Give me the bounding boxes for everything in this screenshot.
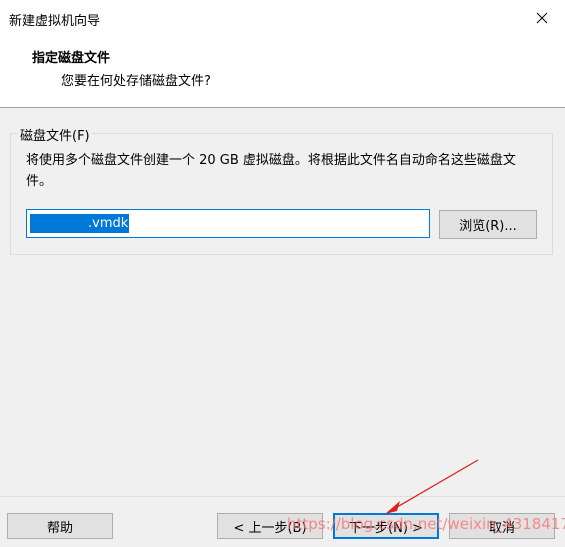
disk-file-path-input[interactable]: .vmdk (26, 209, 430, 238)
disk-file-group-label: 磁盘文件(F) (18, 125, 92, 144)
page-subtitle: 您要在何处存储磁盘文件? (61, 74, 211, 89)
page-title: 指定磁盘文件 (32, 51, 111, 66)
back-button[interactable]: < 上一步(B) (217, 513, 323, 539)
close-button[interactable] (519, 0, 565, 36)
help-button[interactable]: 帮助 (7, 513, 113, 539)
close-icon (536, 12, 548, 24)
header-panel: 指定磁盘文件 您要在何处存储磁盘文件? (0, 36, 565, 108)
next-button[interactable]: 下一步(N) > (333, 513, 439, 539)
browse-button[interactable]: 浏览(R)... (439, 210, 537, 239)
footer-divider (0, 496, 565, 497)
window-title: 新建虚拟机向导 (9, 14, 101, 29)
title-bar: 新建虚拟机向导 (0, 0, 565, 36)
cancel-button[interactable]: 取消 (449, 513, 555, 539)
redacted-filename (30, 214, 87, 233)
disk-file-description: 将使用多个磁盘文件创建一个 20 GB 虚拟磁盘。将根据此文件名自动命名这些磁盘… (26, 153, 516, 189)
path-extension: .vmdk (87, 214, 130, 233)
disk-file-path-value: .vmdk (30, 214, 130, 233)
